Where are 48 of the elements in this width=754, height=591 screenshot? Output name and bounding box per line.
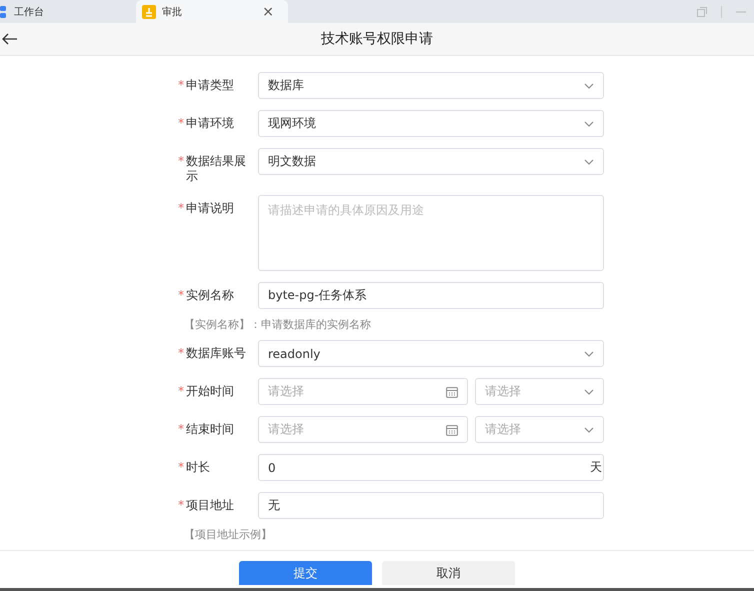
chevron-down-icon [584, 120, 594, 126]
required-asterisk: * [178, 346, 185, 361]
text-area[interactable]: 请描述申请的具体原因及用途 [258, 195, 604, 271]
required-asterisk: * [178, 422, 185, 437]
input-field[interactable]: 无 [258, 492, 604, 519]
required-asterisk: * [178, 288, 185, 303]
chevron-down-icon [584, 426, 594, 432]
select-field[interactable]: 明文数据 [258, 148, 604, 175]
field-label: 数据库账号 [186, 346, 247, 361]
required-asterisk: * [178, 201, 185, 216]
field-label: 实例名称 [186, 288, 235, 303]
input-field[interactable]: byte-pg-任务体系 [258, 282, 604, 309]
input-field[interactable]: 0 天 [258, 454, 604, 481]
chevron-down-icon [584, 158, 594, 164]
chevron-down-icon [584, 350, 594, 356]
calendar-icon [446, 386, 458, 398]
required-asterisk: * [178, 154, 185, 169]
field-label: 申请说明 [186, 201, 235, 216]
select-field[interactable]: 现网环境 [258, 110, 604, 137]
grid-icon [0, 6, 8, 18]
page-title: 技术账号权限申请 [321, 30, 433, 48]
select-field[interactable]: readonly [258, 340, 604, 367]
back-arrow-icon[interactable] [2, 33, 18, 45]
required-asterisk: * [178, 460, 185, 475]
required-asterisk: * [178, 116, 185, 131]
calendar-icon [446, 424, 458, 436]
close-button[interactable]: × [262, 4, 274, 20]
window-icon[interactable] [697, 6, 707, 16]
field-label: 数据结果展示 [186, 154, 247, 184]
chevron-down-icon [584, 388, 594, 394]
submit-button[interactable]: 提交 [239, 561, 372, 585]
chevron-down-icon [584, 82, 594, 88]
tab[interactable]: 审批 × [136, 0, 288, 23]
hint-text: 【实例名称】：申请数据库的实例名称 [183, 317, 372, 332]
hint-text: 【项目地址示例】 [183, 527, 273, 542]
required-asterisk: * [178, 78, 185, 93]
unit-label: 天 [590, 459, 602, 476]
field-label: 结束时间 [186, 422, 235, 437]
select-field[interactable]: 数据库 [258, 72, 604, 99]
required-asterisk: * [178, 498, 185, 513]
field-label: 时长 [186, 460, 211, 475]
field-label: 项目地址 [186, 498, 235, 513]
cancel-button[interactable]: 取消 [382, 561, 515, 585]
required-asterisk: * [178, 384, 185, 399]
field-label: 开始时间 [186, 384, 235, 399]
field-label: 申请环境 [186, 116, 235, 131]
stamp-icon [142, 4, 156, 18]
field-label: 申请类型 [186, 78, 235, 93]
